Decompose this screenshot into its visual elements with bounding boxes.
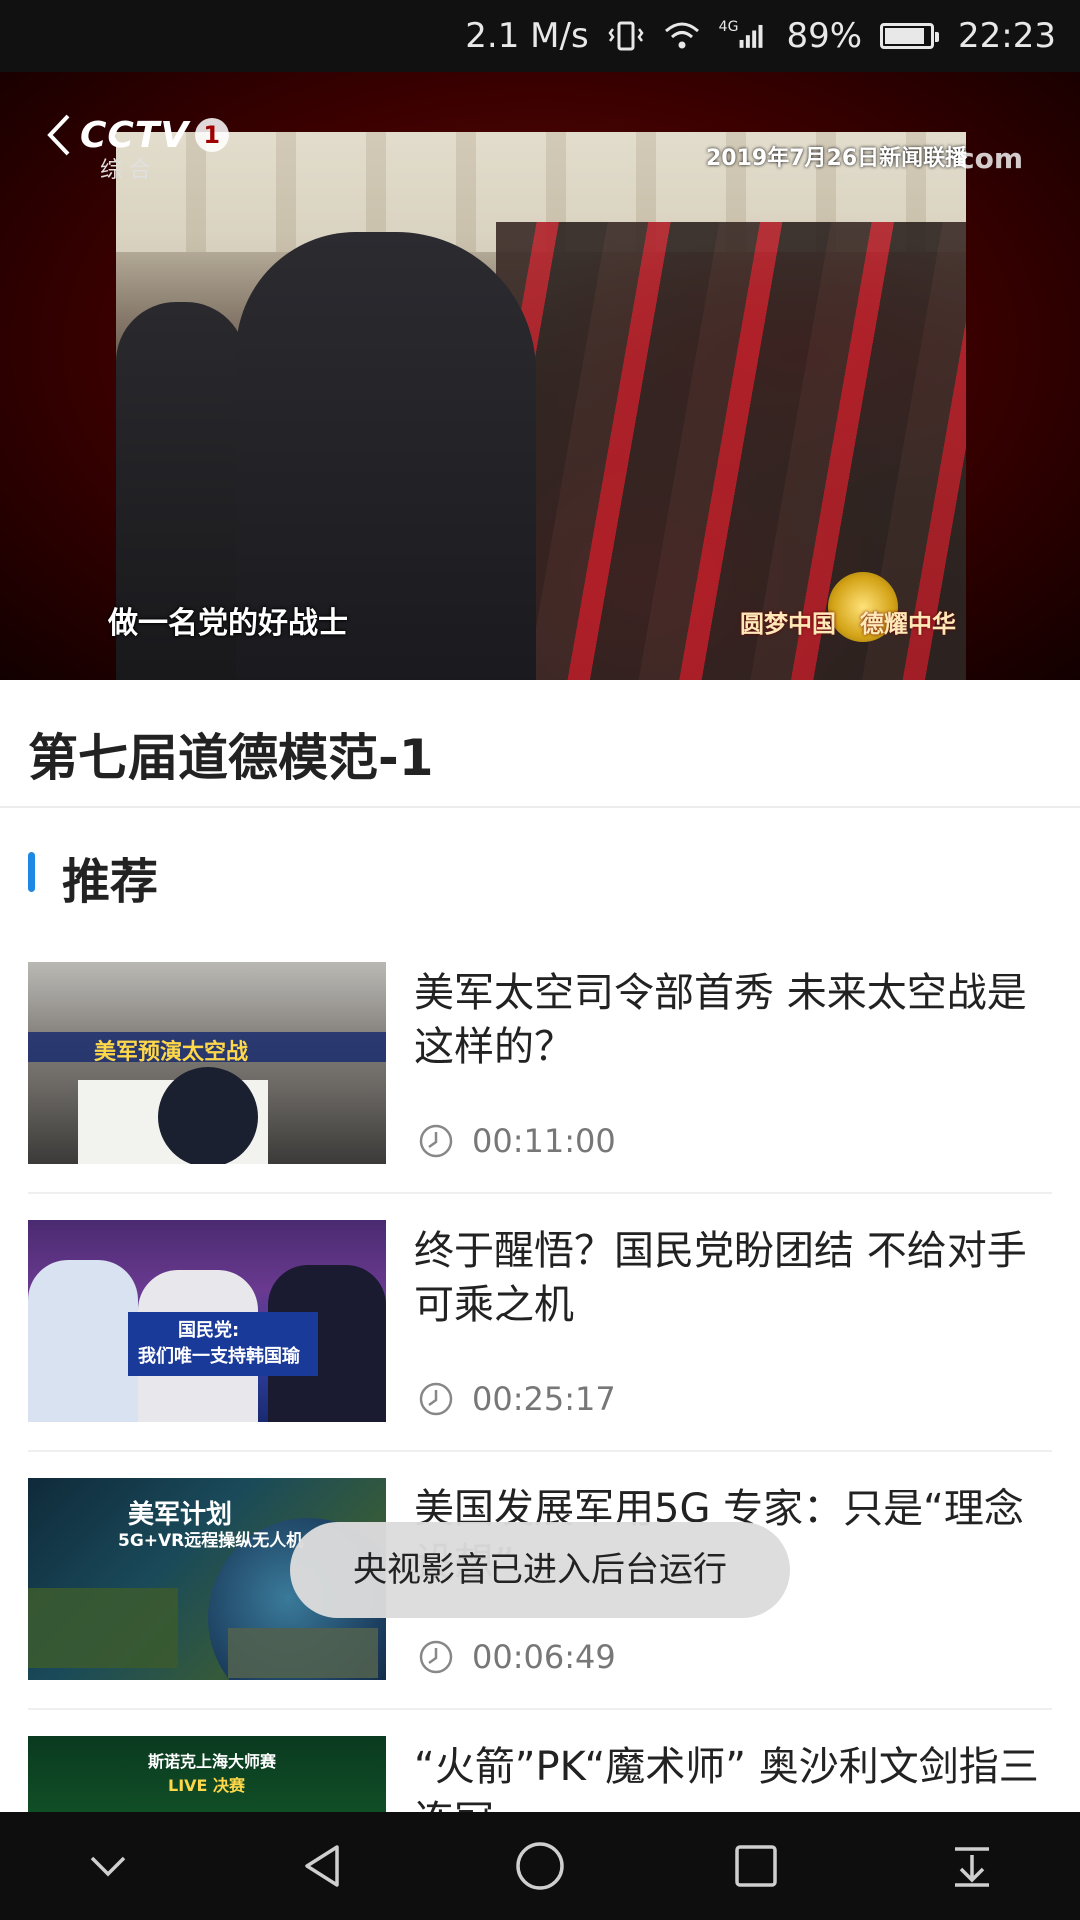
recommend-label: 推荐 <box>62 854 159 910</box>
divider <box>28 1708 1052 1710</box>
back-icon <box>305 1845 339 1887</box>
item-title[interactable]: 终于醒悟？国民党盼团结 不给对手可乘之机 <box>414 1224 1054 1332</box>
site-watermark: com <box>958 142 1024 175</box>
thumbnail-caption-2: LIVE 决赛 <box>168 1776 246 1795</box>
vibrate-icon <box>607 19 645 53</box>
thumbnail-caption-2: 5G+VR远程操纵无人机 <box>118 1531 304 1551</box>
video-slogan: 圆梦中国 德耀中华 <box>740 610 956 638</box>
chevron-down-icon <box>90 1856 126 1877</box>
notification-pull-icon <box>955 1847 989 1887</box>
thumbnail-caption-2: 我们唯一支持韩国瑜 <box>138 1346 300 1367</box>
section-accent-bar <box>28 852 35 892</box>
item-title[interactable]: “火箭”PK“魔术师” 奥沙利文剑指三连冠 <box>414 1740 1054 1812</box>
navigation-bar <box>0 1812 1080 1920</box>
duration-text: 00:06:49 <box>472 1638 616 1676</box>
duration-text: 00:11:00 <box>472 1122 616 1160</box>
clock-icon <box>419 1640 453 1674</box>
duration: 00:25:17 <box>418 1380 616 1418</box>
item-title[interactable]: 美军太空司令部首秀 未来太空战是这样的？ <box>414 966 1054 1074</box>
recents-icon <box>735 1845 777 1887</box>
nav-home-button[interactable] <box>510 1836 570 1896</box>
collapse-button[interactable] <box>78 1836 138 1896</box>
divider <box>28 1192 1052 1194</box>
duration: 00:11:00 <box>418 1122 616 1160</box>
network-type: 4G <box>718 19 739 35</box>
notification-pull-button[interactable] <box>942 1836 1002 1896</box>
status-bar: 2.1 M/s 4G 89% 22:23 <box>0 0 1080 72</box>
list-item[interactable]: 美军预演太空战 美军太空司令部首秀 未来太空战是这样的？ 00:11:00 <box>0 962 1080 1220</box>
list-item[interactable]: 国民党: 我们唯一支持韩国瑜 终于醒悟？国民党盼团结 不给对手可乘之机 00:2… <box>0 1220 1080 1478</box>
cellular-signal-icon: 4G <box>719 19 769 53</box>
clock: 22:23 <box>958 16 1056 56</box>
video-subtitle: 做一名党的好战士 <box>108 606 348 641</box>
page-title: 第七届道德模范-1 <box>28 729 434 787</box>
video-thumbnail[interactable]: 美军预演太空战 <box>28 962 386 1164</box>
nav-back-button[interactable] <box>294 1836 354 1896</box>
nav-recents-button[interactable] <box>726 1836 786 1896</box>
clock-icon <box>419 1124 453 1158</box>
recommend-header: 推荐 <box>0 830 1080 920</box>
duration: 00:06:49 <box>418 1638 616 1676</box>
channel-number: 1 <box>195 118 230 152</box>
video-thumbnail[interactable]: 斯诺克上海大师赛 LIVE 决赛 <box>28 1736 386 1812</box>
channel-logo: CCTV <box>80 114 190 156</box>
broadcast-date-watermark: 2019年7月26日新闻联播 <box>706 146 968 171</box>
duration-text: 00:25:17 <box>472 1380 616 1418</box>
channel-sub: 综 合 <box>100 158 151 183</box>
divider <box>28 1450 1052 1452</box>
wifi-icon <box>663 19 701 53</box>
thumbnail-caption: 国民党: <box>178 1320 240 1341</box>
title-section: 第七届道德模范-1 <box>0 680 1080 808</box>
battery-icon <box>880 23 940 49</box>
clock-icon <box>419 1382 453 1416</box>
home-icon <box>516 1842 564 1890</box>
thumbnail-caption: 斯诺克上海大师赛 <box>148 1752 277 1771</box>
list-item[interactable]: 斯诺克上海大师赛 LIVE 决赛 “火箭”PK“魔术师” 奥沙利文剑指三连冠 <box>0 1736 1080 1812</box>
back-chevron-icon <box>47 114 70 156</box>
background-running-toast: 央视影音已进入后台运行 <box>290 1522 790 1618</box>
thumbnail-caption: 美军预演太空战 <box>94 1040 249 1065</box>
network-speed: 2.1 M/s <box>465 16 589 56</box>
battery-percent: 89% <box>786 16 863 56</box>
video-thumbnail[interactable]: 国民党: 我们唯一支持韩国瑜 <box>28 1220 386 1422</box>
